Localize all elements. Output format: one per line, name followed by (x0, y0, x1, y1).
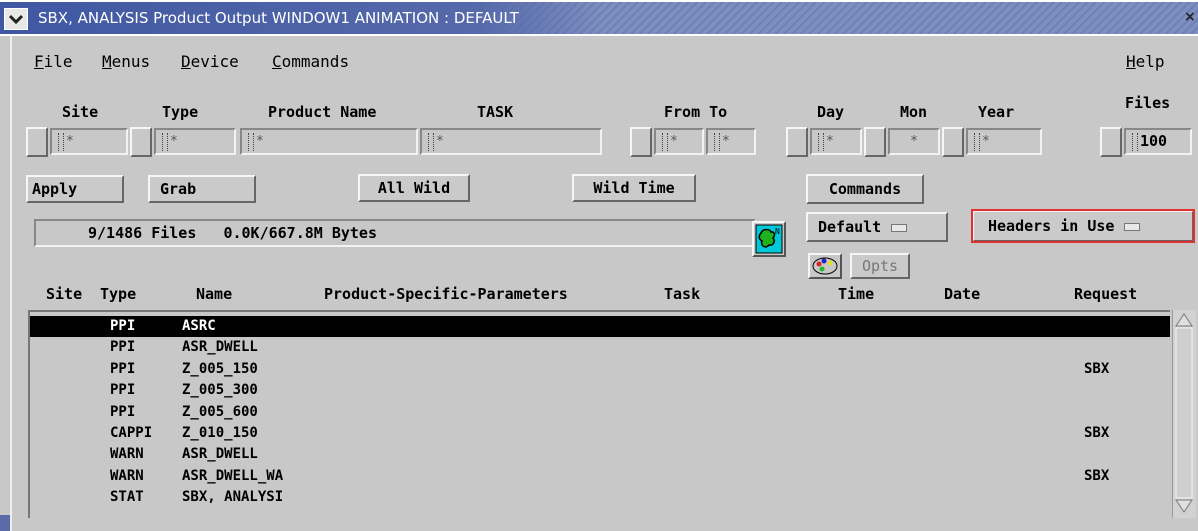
col-request: Request (1074, 285, 1138, 303)
menu-device[interactable]: Device (181, 52, 239, 71)
mon-input[interactable]: * (888, 128, 940, 155)
mon-label: Mon (900, 103, 928, 121)
window-menu-button[interactable] (4, 8, 28, 30)
menu-help[interactable]: Help (1126, 52, 1165, 71)
col-name: Name (196, 285, 233, 303)
headers-in-use-option-menu[interactable]: Headers in Use (971, 209, 1195, 243)
palette-icon (812, 257, 838, 275)
from-arrow-button[interactable] (630, 127, 652, 157)
row-type: PPI (110, 360, 136, 377)
menu-commands[interactable]: Commands (272, 52, 349, 71)
col-type: Type (100, 285, 137, 303)
close-icon[interactable]: × (1184, 9, 1198, 27)
row-type: WARN (110, 467, 144, 484)
row-request: SBX (1084, 360, 1110, 377)
all-wild-button[interactable]: All Wild (358, 174, 470, 202)
row-type: PPI (110, 403, 136, 420)
day-label: Day (817, 103, 845, 121)
list-item[interactable]: WARN ASR_DWELL (30, 444, 1170, 465)
commands-button[interactable]: Commands (806, 174, 924, 204)
row-request: SBX (1084, 467, 1110, 484)
row-type: PPI (110, 382, 136, 399)
list-item[interactable]: PPI Z_005_600 (30, 402, 1170, 423)
menu-file[interactable]: File (34, 52, 73, 71)
row-name: Z_005_600 (182, 403, 258, 420)
task-label: TASK (477, 103, 514, 121)
type-label: Type (162, 103, 199, 121)
palette-button[interactable] (808, 253, 842, 279)
row-type: PPI (110, 339, 136, 356)
list-scrollbar[interactable] (1172, 310, 1196, 518)
list-item[interactable]: STAT SBX, ANALYSI (30, 487, 1170, 508)
row-name: ASRC (182, 318, 216, 334)
product-list[interactable]: PPI ASRC PPI ASR_DWELL PPI Z_005_150 SBX PPI Z_0… (28, 310, 1170, 518)
row-type: WARN (110, 446, 144, 463)
status-bar: 9/1486 Files 0.0K/667.8M Bytes (34, 219, 756, 247)
from-to-label: From To (664, 103, 728, 121)
row-name: ASR_DWELL (182, 446, 258, 463)
type-input[interactable]: * (154, 128, 236, 155)
from-input[interactable]: * (654, 128, 704, 155)
row-name: Z_005_150 (182, 360, 258, 377)
list-item[interactable]: PPI ASRC (30, 316, 1170, 337)
row-type: STAT (110, 489, 144, 506)
menu-menus[interactable]: Menus (102, 52, 150, 71)
default-option-menu[interactable]: Default (806, 212, 948, 242)
chevron-down-icon (8, 14, 24, 25)
files-arrow-button[interactable] (1100, 127, 1122, 157)
product-name-input[interactable]: * (240, 128, 418, 155)
day-arrow-button[interactable] (786, 127, 808, 157)
apply-button[interactable]: Apply (26, 175, 124, 203)
row-name: ASR_DWELL (182, 339, 258, 356)
year-arrow-button[interactable] (942, 127, 964, 157)
task-input[interactable]: * (420, 128, 602, 155)
col-task: Task (664, 285, 701, 303)
list-item[interactable]: PPI Z_005_300 (30, 380, 1170, 401)
map-icon: N (755, 224, 783, 254)
title-bar[interactable]: SBX, ANALYSIS Product Output WINDOW1 ANI… (0, 0, 1198, 36)
row-name: Z_010_150 (182, 425, 258, 441)
row-name: ASR_DWELL_WA (182, 467, 284, 484)
row-request: SBX (1084, 425, 1110, 441)
col-date: Date (944, 285, 981, 303)
list-item[interactable]: WARN ASR_DWELL_WA SBX (30, 466, 1170, 487)
row-type: CAPPI (110, 425, 153, 441)
wild-time-button[interactable]: Wild Time (572, 174, 696, 202)
footer-strip (0, 515, 10, 531)
list-item[interactable]: CAPPI Z_010_150 SBX (30, 423, 1170, 444)
opts-button[interactable]: Opts (850, 253, 910, 279)
scroll-arrows-icon (1175, 313, 1193, 513)
window-title: SBX, ANALYSIS Product Output WINDOW1 ANI… (38, 9, 519, 27)
col-site: Site (46, 285, 83, 303)
row-type: PPI (110, 318, 136, 334)
site-label: Site (62, 103, 99, 121)
col-time: Time (838, 285, 875, 303)
day-input[interactable]: * (810, 128, 862, 155)
list-item[interactable]: PPI Z_005_150 SBX (30, 359, 1170, 380)
row-name: Z_005_300 (182, 382, 258, 399)
site-arrow-button[interactable] (26, 127, 48, 157)
year-label: Year (978, 103, 1015, 121)
list-item[interactable]: PPI ASR_DWELL (30, 337, 1170, 358)
product-name-label: Product Name (268, 103, 377, 121)
mon-arrow-button[interactable] (864, 127, 886, 157)
map-button[interactable]: N (752, 221, 786, 257)
site-input[interactable]: * (50, 128, 128, 155)
files-input[interactable]: 100 (1124, 128, 1192, 155)
row-name: SBX, ANALYSI (182, 489, 284, 506)
grab-button[interactable]: Grab (148, 175, 256, 203)
svg-text:N: N (775, 227, 780, 236)
to-input[interactable]: * (706, 128, 756, 155)
type-arrow-button[interactable] (130, 127, 152, 157)
col-params: Product-Specific-Parameters (324, 285, 568, 303)
files-label: Files (1125, 94, 1171, 112)
year-input[interactable]: * (966, 128, 1042, 155)
